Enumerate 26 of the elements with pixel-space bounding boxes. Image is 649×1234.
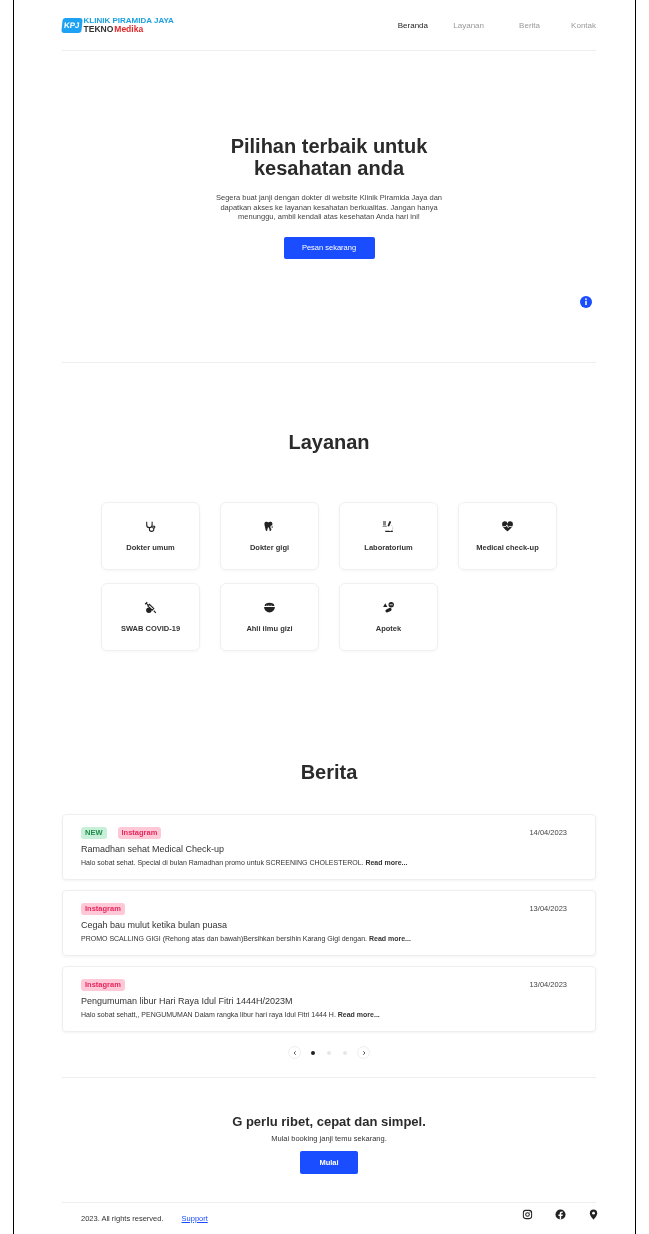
logo-badge: KPJ	[61, 17, 83, 33]
facebook-icon[interactable]	[555, 1208, 566, 1220]
news-title: Cegah bau mulut ketika bulan puasa	[81, 920, 229, 930]
logo-subtitle-part: TEKNO	[83, 25, 114, 34]
stethoscope-icon	[144, 520, 157, 533]
cta-title: G perlu ribet, cepat dan simpel.	[232, 1114, 426, 1129]
logo-subtitle-part: Medika	[114, 25, 144, 34]
bowl-icon	[263, 601, 276, 614]
hero-title: Pilihan terbaik untuk kesahatan anda	[229, 135, 429, 179]
news-title: Pengumuman libur Hari Raya Idul Fitri 1444H/2023M	[81, 996, 294, 1006]
location-pin-icon[interactable]	[588, 1208, 599, 1220]
section-title: Layanan	[288, 431, 370, 454]
heart-pulse-icon	[501, 520, 514, 533]
syringe-icon	[144, 601, 157, 614]
chevron-left-icon	[291, 1049, 298, 1056]
microscope-icon	[382, 520, 395, 533]
logo-title: KLINIK PIRAMIDA JAYA	[83, 16, 174, 25]
chevron-right-icon	[360, 1049, 367, 1056]
tooth-icon	[263, 520, 276, 533]
nav-link[interactable]: Beranda	[372, 20, 428, 30]
section-title: Berita	[300, 761, 358, 784]
instagram-icon[interactable]	[522, 1208, 533, 1220]
info-icon[interactable]	[580, 295, 592, 308]
news-title: Ramadhan sehat Medical Check-up	[81, 844, 226, 854]
page-dot[interactable]	[311, 1050, 315, 1055]
pills-icon	[382, 601, 395, 614]
